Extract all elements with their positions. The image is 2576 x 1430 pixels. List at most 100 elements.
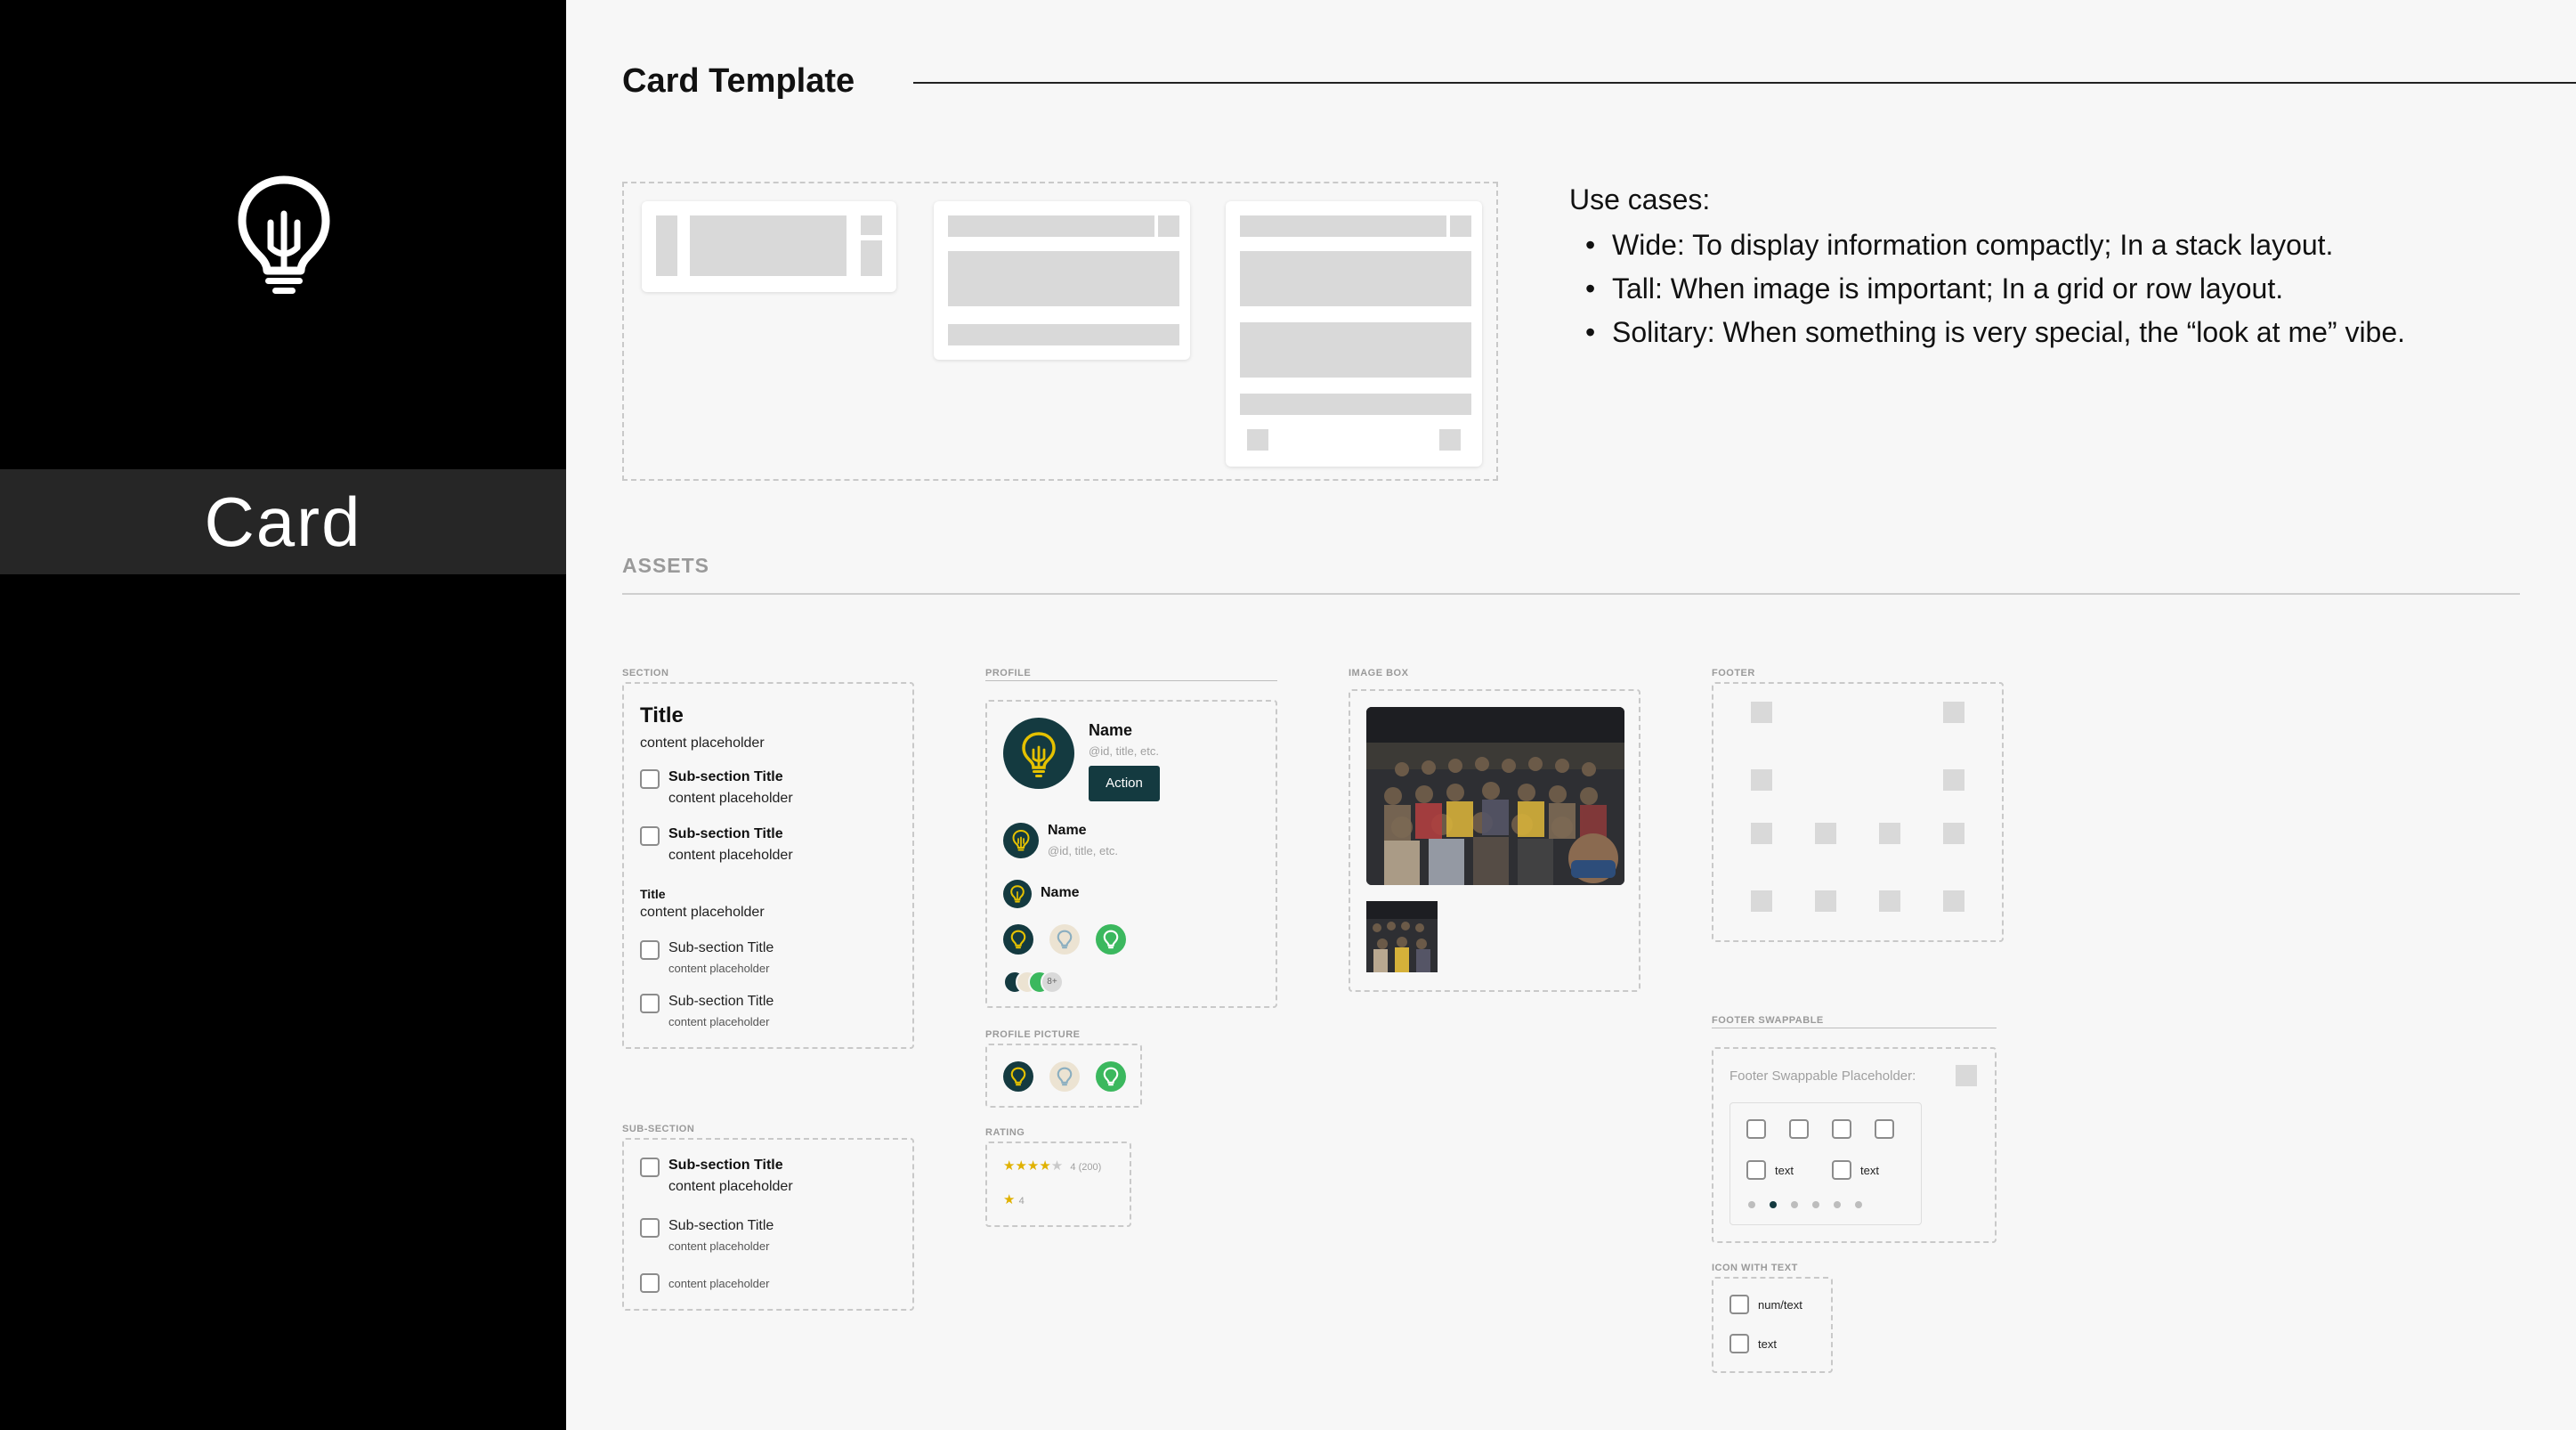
profile-asset: Name @id, title, etc. Action Name @id, t… (985, 700, 1277, 1008)
placeholder-square (1879, 823, 1900, 844)
profile-name: Name (1089, 721, 1133, 739)
footer-checkbox[interactable] (1832, 1160, 1851, 1180)
star-rating-compact: ★ 4 (1003, 1191, 1025, 1207)
section-title: Title (640, 703, 684, 727)
icon-with-text-label: ICON WITH TEXT (1712, 1263, 1798, 1273)
star-empty: ★ (1050, 1158, 1064, 1174)
sub-section-title: Sub-section Title (668, 769, 783, 784)
footer-checkbox[interactable] (1746, 1160, 1766, 1180)
sidebar: Card (0, 0, 566, 1430)
pagination-dot[interactable] (1791, 1201, 1798, 1208)
sub-section-checkbox[interactable] (640, 1158, 660, 1177)
image-box-label: IMAGE BOX (1349, 668, 1409, 678)
avatar (1003, 924, 1033, 955)
sub-section-title: Sub-section Title (668, 940, 774, 955)
placeholder-square (1751, 702, 1772, 723)
lightbulb-icon (1010, 930, 1026, 949)
assets-divider (622, 593, 2520, 595)
image-box-asset (1349, 689, 1640, 992)
sub-section-content: content placeholder (668, 791, 793, 806)
section-checkbox[interactable] (640, 769, 660, 789)
avatar (1003, 880, 1032, 908)
placeholder-square (1751, 823, 1772, 844)
section-checkbox[interactable] (640, 994, 660, 1013)
sub-section-checkbox[interactable] (640, 1218, 660, 1238)
footer-asset (1712, 682, 2004, 942)
icon-text: num/text (1758, 1298, 1802, 1312)
sub-section-title: Sub-section Title (668, 994, 774, 1009)
sub-section-title: Sub-section Title (668, 826, 783, 841)
assets-heading: ASSETS (622, 554, 710, 577)
sub-section-checkbox[interactable] (640, 1273, 660, 1293)
placeholder-square (1956, 1065, 1977, 1086)
section-content: content placeholder (640, 735, 765, 751)
profile-meta: @id, title, etc. (1089, 744, 1159, 758)
section-asset: Title content placeholder Sub-section Ti… (622, 682, 914, 1049)
section-checkbox[interactable] (640, 826, 660, 846)
icon-with-text-asset: num/text text (1712, 1277, 1833, 1373)
pagination-dot[interactable] (1812, 1201, 1819, 1208)
sub-section-title: Sub-section Title (668, 1218, 774, 1233)
wide-card-template (642, 201, 896, 292)
hero-title: Card (204, 483, 362, 561)
use-case-item: Solitary: When something is very special… (1569, 316, 2405, 349)
profile-label-rule (985, 680, 1277, 681)
profile-name: Name (1048, 823, 1087, 838)
icon-placeholder (1729, 1295, 1749, 1314)
footer-checkbox[interactable] (1832, 1119, 1851, 1139)
lightbulb-icon (238, 175, 330, 294)
footer-swappable-placeholder: Footer Swappable Placeholder: (1729, 1068, 1916, 1084)
footer-checkbox[interactable] (1746, 1119, 1766, 1139)
footer-swappable-inner: text text (1729, 1102, 1922, 1225)
star-icon: ★ (1003, 1192, 1016, 1207)
avatar (1049, 1061, 1080, 1092)
section-label: SECTION (622, 668, 669, 678)
action-button[interactable]: Action (1089, 766, 1160, 801)
footer-text: text (1860, 1164, 1879, 1177)
pagination-dot[interactable] (1748, 1201, 1755, 1208)
section-title-small: Title (640, 887, 666, 901)
profile-picture-label: PROFILE PICTURE (985, 1029, 1081, 1040)
placeholder-square (1751, 769, 1772, 791)
use-case-item: Wide: To display information compactly; … (1569, 229, 2405, 262)
placeholder-square (1879, 890, 1900, 912)
footer-text: text (1775, 1164, 1794, 1177)
placeholder-square (1815, 823, 1836, 844)
sub-section-content: content placeholder (668, 962, 770, 975)
sub-section-content: content placeholder (668, 1179, 793, 1194)
avatar-stack: 8+ (1003, 971, 1074, 994)
placeholder-square (1943, 890, 1964, 912)
footer-swappable-asset: Footer Swappable Placeholder: text text (1712, 1047, 1997, 1243)
page-title: Card Template (622, 62, 855, 100)
avatar (1003, 1061, 1033, 1092)
section-checkbox[interactable] (640, 940, 660, 960)
avatar (1003, 823, 1039, 858)
star-rating: ★★★★★ 4 (200) (1003, 1158, 1101, 1174)
profile-meta: @id, title, etc. (1048, 844, 1118, 857)
footer-swappable-label: FOOTER SWAPPABLE (1712, 1015, 1824, 1026)
rating-asset: ★★★★★ 4 (200) ★ 4 (985, 1142, 1131, 1227)
profile-picture-asset (985, 1044, 1142, 1108)
event-thumbnail (1366, 901, 1438, 972)
sub-section-title: Sub-section Title (668, 1158, 783, 1173)
placeholder-square (1943, 702, 1964, 723)
pagination-dots (1748, 1201, 1873, 1210)
lightbulb-icon (1103, 930, 1119, 949)
lightbulb-icon (1010, 1067, 1026, 1086)
rating-label: RATING (985, 1127, 1025, 1138)
avatar (1096, 1061, 1126, 1092)
pagination-dot-active[interactable] (1770, 1201, 1777, 1208)
card-template-preview (622, 182, 1498, 481)
lightbulb-icon (1010, 885, 1025, 903)
lightbulb-icon (1103, 1067, 1119, 1086)
use-case-item: Tall: When image is important; In a grid… (1569, 272, 2405, 305)
footer-checkbox[interactable] (1789, 1119, 1809, 1139)
placeholder-square (1943, 769, 1964, 791)
placeholder-square (1943, 823, 1964, 844)
rating-count: 4 (200) (1070, 1162, 1102, 1173)
avatar (1003, 718, 1074, 789)
solitary-card-template (1226, 201, 1482, 467)
pagination-dot[interactable] (1834, 1201, 1841, 1208)
pagination-dot[interactable] (1855, 1201, 1862, 1208)
footer-checkbox[interactable] (1875, 1119, 1894, 1139)
